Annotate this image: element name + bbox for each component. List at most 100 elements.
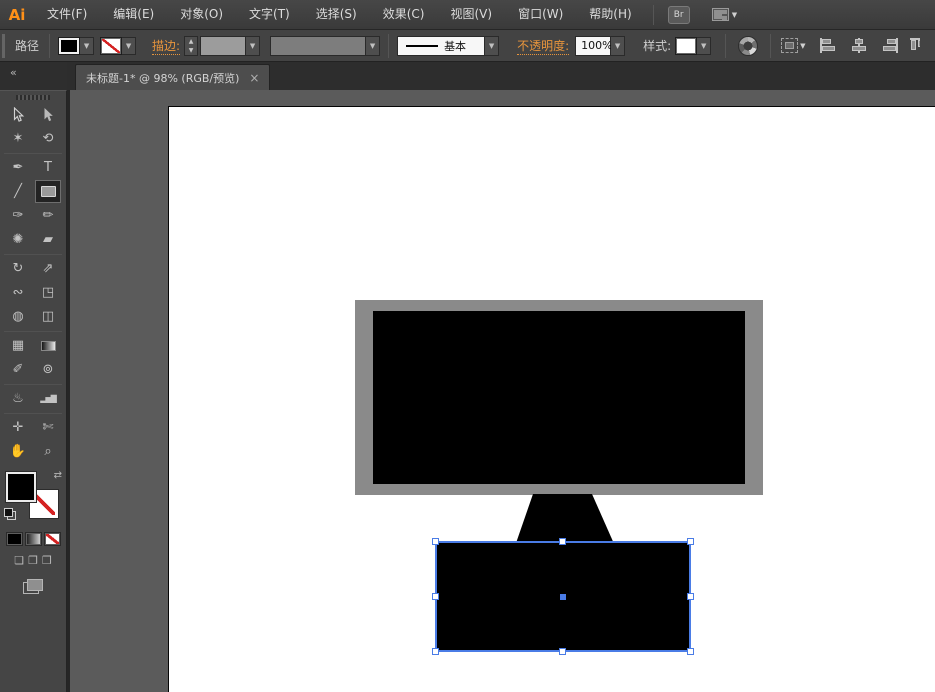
fill-indicator-black[interactable]	[6, 472, 36, 502]
free-transform-tool[interactable]: ◳	[35, 281, 61, 304]
pen-tool[interactable]: ✒	[5, 156, 31, 179]
menu-view[interactable]: 视图(V)	[437, 0, 505, 29]
symbol-sprayer-icon: ♨	[12, 391, 24, 406]
shape-builder-tool[interactable]: ◍	[5, 305, 31, 328]
chevron-down-icon[interactable]: ▼	[80, 36, 95, 55]
style-picker[interactable]: ▼	[675, 36, 712, 55]
selection-handle-sw[interactable]	[432, 648, 439, 655]
menu-effect[interactable]: 效果(C)	[370, 0, 438, 29]
hand-icon: ✋	[9, 444, 27, 459]
line-segment-tool[interactable]: ╱	[5, 180, 31, 203]
chevron-down-icon[interactable]: ▼	[697, 36, 712, 55]
menu-window[interactable]: 窗口(W)	[505, 0, 576, 29]
opacity-panel-link[interactable]: 不透明度:	[517, 37, 570, 55]
menu-type[interactable]: 文字(T)	[236, 0, 303, 29]
close-tab-icon[interactable]: ×	[249, 71, 259, 85]
align-right-button[interactable]	[880, 38, 898, 53]
selection-handle-e[interactable]	[687, 592, 694, 600]
selection-center-point[interactable]	[560, 593, 566, 600]
rectangle-tool[interactable]	[35, 180, 61, 203]
slice-tool[interactable]: ✄	[35, 416, 61, 439]
width-profile-dropdown[interactable]: ▼	[270, 35, 381, 56]
eyedropper-tool[interactable]: ✐	[5, 358, 31, 381]
menu-file[interactable]: 文件(F)	[34, 0, 100, 29]
brush-definition-text: 基本	[444, 39, 467, 53]
monitor-screen-shape[interactable]	[373, 311, 745, 484]
brush-definition-dropdown[interactable]: 基本 ▼	[397, 35, 500, 56]
color-button[interactable]	[5, 532, 23, 546]
align-center-button[interactable]	[850, 38, 868, 53]
direct-selection-tool[interactable]	[35, 103, 61, 126]
opacity-value[interactable]: 100%	[575, 35, 613, 56]
selection-handle-n[interactable]	[559, 538, 566, 545]
chevron-down-icon[interactable]: ▼	[485, 35, 500, 56]
blend-tool[interactable]: ⊚	[35, 358, 61, 381]
scale-tool[interactable]: ⇗	[35, 257, 61, 280]
align-top-button[interactable]	[909, 38, 920, 53]
chevron-down-icon[interactable]: ▼	[246, 35, 261, 56]
column-graph-tool[interactable]: ▂▅▇	[35, 387, 61, 410]
draw-normal-icon[interactable]: ❏	[14, 554, 24, 567]
type-tool[interactable]: T	[35, 156, 61, 179]
tool-panel-grip[interactable]	[16, 95, 50, 100]
symbol-sprayer-tool[interactable]: ♨	[5, 387, 31, 410]
draw-inside-icon[interactable]: ❒	[42, 554, 52, 567]
lasso-tool[interactable]: ⟲	[35, 127, 61, 150]
perspective-grid-tool[interactable]: ◫	[35, 305, 61, 328]
pencil-tool[interactable]: ✏	[35, 204, 61, 227]
stroke-width-combo[interactable]: ▼	[200, 35, 261, 56]
transform-options-button[interactable]: ▼	[781, 38, 806, 53]
swap-fill-stroke-icon[interactable]: ⇄	[54, 470, 62, 481]
collapse-panel-icon[interactable]: «	[10, 66, 17, 79]
menu-edit[interactable]: 编辑(E)	[100, 0, 167, 29]
chevron-down-icon[interactable]: ▼	[122, 36, 137, 55]
control-bar-grip[interactable]	[2, 33, 9, 58]
stepper-down-icon[interactable]: ▼	[189, 46, 194, 55]
stroke-panel-link[interactable]: 描边:	[152, 37, 181, 55]
gradient-tool[interactable]	[35, 334, 61, 357]
recolor-artwork-button[interactable]	[738, 35, 759, 56]
paint-style-buttons	[0, 532, 66, 546]
menu-object[interactable]: 对象(O)	[167, 0, 236, 29]
paintbrush-tool[interactable]: ✑	[5, 204, 31, 227]
workspace-switcher[interactable]: ▼	[711, 8, 737, 21]
selection-tool[interactable]	[5, 103, 31, 126]
menu-help[interactable]: 帮助(H)	[576, 0, 644, 29]
chevron-down-icon: ▼	[800, 41, 806, 50]
stroke-width-value[interactable]	[200, 35, 247, 56]
selection-handle-ne[interactable]	[687, 538, 694, 545]
eraser-tool[interactable]: ▰	[35, 228, 61, 251]
blob-brush-tool[interactable]: ✺	[5, 228, 31, 251]
menu-select[interactable]: 选择(S)	[303, 0, 370, 29]
gradient-button[interactable]	[24, 532, 42, 546]
opacity-combo[interactable]: 100% ▼	[575, 35, 626, 56]
document-tab[interactable]: 未标题-1* @ 98% (RGB/预览) ×	[75, 64, 271, 90]
none-button[interactable]	[43, 532, 61, 546]
hand-tool[interactable]: ✋	[5, 440, 31, 463]
bridge-button[interactable]: Br	[667, 5, 690, 24]
stroke-color-picker[interactable]: ▼	[100, 36, 137, 55]
selection-handle-s[interactable]	[559, 648, 566, 655]
screen-mode-button[interactable]	[23, 579, 43, 594]
align-left-button[interactable]	[819, 38, 838, 53]
stroke-width-stepper[interactable]: ▲ ▼	[184, 35, 199, 56]
stepper-up-icon[interactable]: ▲	[189, 37, 194, 46]
selected-base-rectangle[interactable]	[432, 538, 694, 655]
selection-handle-nw[interactable]	[432, 538, 439, 545]
width-tool[interactable]: ∾	[5, 281, 31, 304]
draw-behind-icon[interactable]: ❐	[28, 554, 38, 567]
chevron-down-icon[interactable]: ▼	[366, 35, 381, 56]
mesh-tool[interactable]: ▦	[5, 334, 31, 357]
zoom-tool[interactable]: ⌕	[35, 440, 61, 463]
tool-panel: ✶ ⟲ ✒ T ╱ ✑ ✏ ✺ ▰ ↻ ⇗ ∾ ◳ ◍ ◫ ▦ ✐ ⊚ ♨ ▂▅…	[0, 90, 67, 692]
default-fill-stroke-icon[interactable]	[4, 508, 16, 520]
artboard-tool[interactable]: ✛	[5, 416, 31, 439]
selection-handle-w[interactable]	[432, 592, 439, 600]
fill-color-picker[interactable]: ▼	[58, 36, 95, 55]
rotate-tool[interactable]: ↻	[5, 257, 31, 280]
tools-dock: « ✶ ⟲ ✒ T ╱ ✑ ✏ ✺ ▰ ↻ ⇗ ∾ ◳ ◍ ◫ ▦ ✐ ⊚ ♨ …	[0, 62, 67, 692]
selection-handle-se[interactable]	[687, 648, 694, 655]
chevron-down-icon[interactable]: ▼	[611, 35, 626, 56]
magic-wand-tool[interactable]: ✶	[5, 127, 31, 150]
canvas-pasteboard[interactable]	[67, 90, 935, 692]
